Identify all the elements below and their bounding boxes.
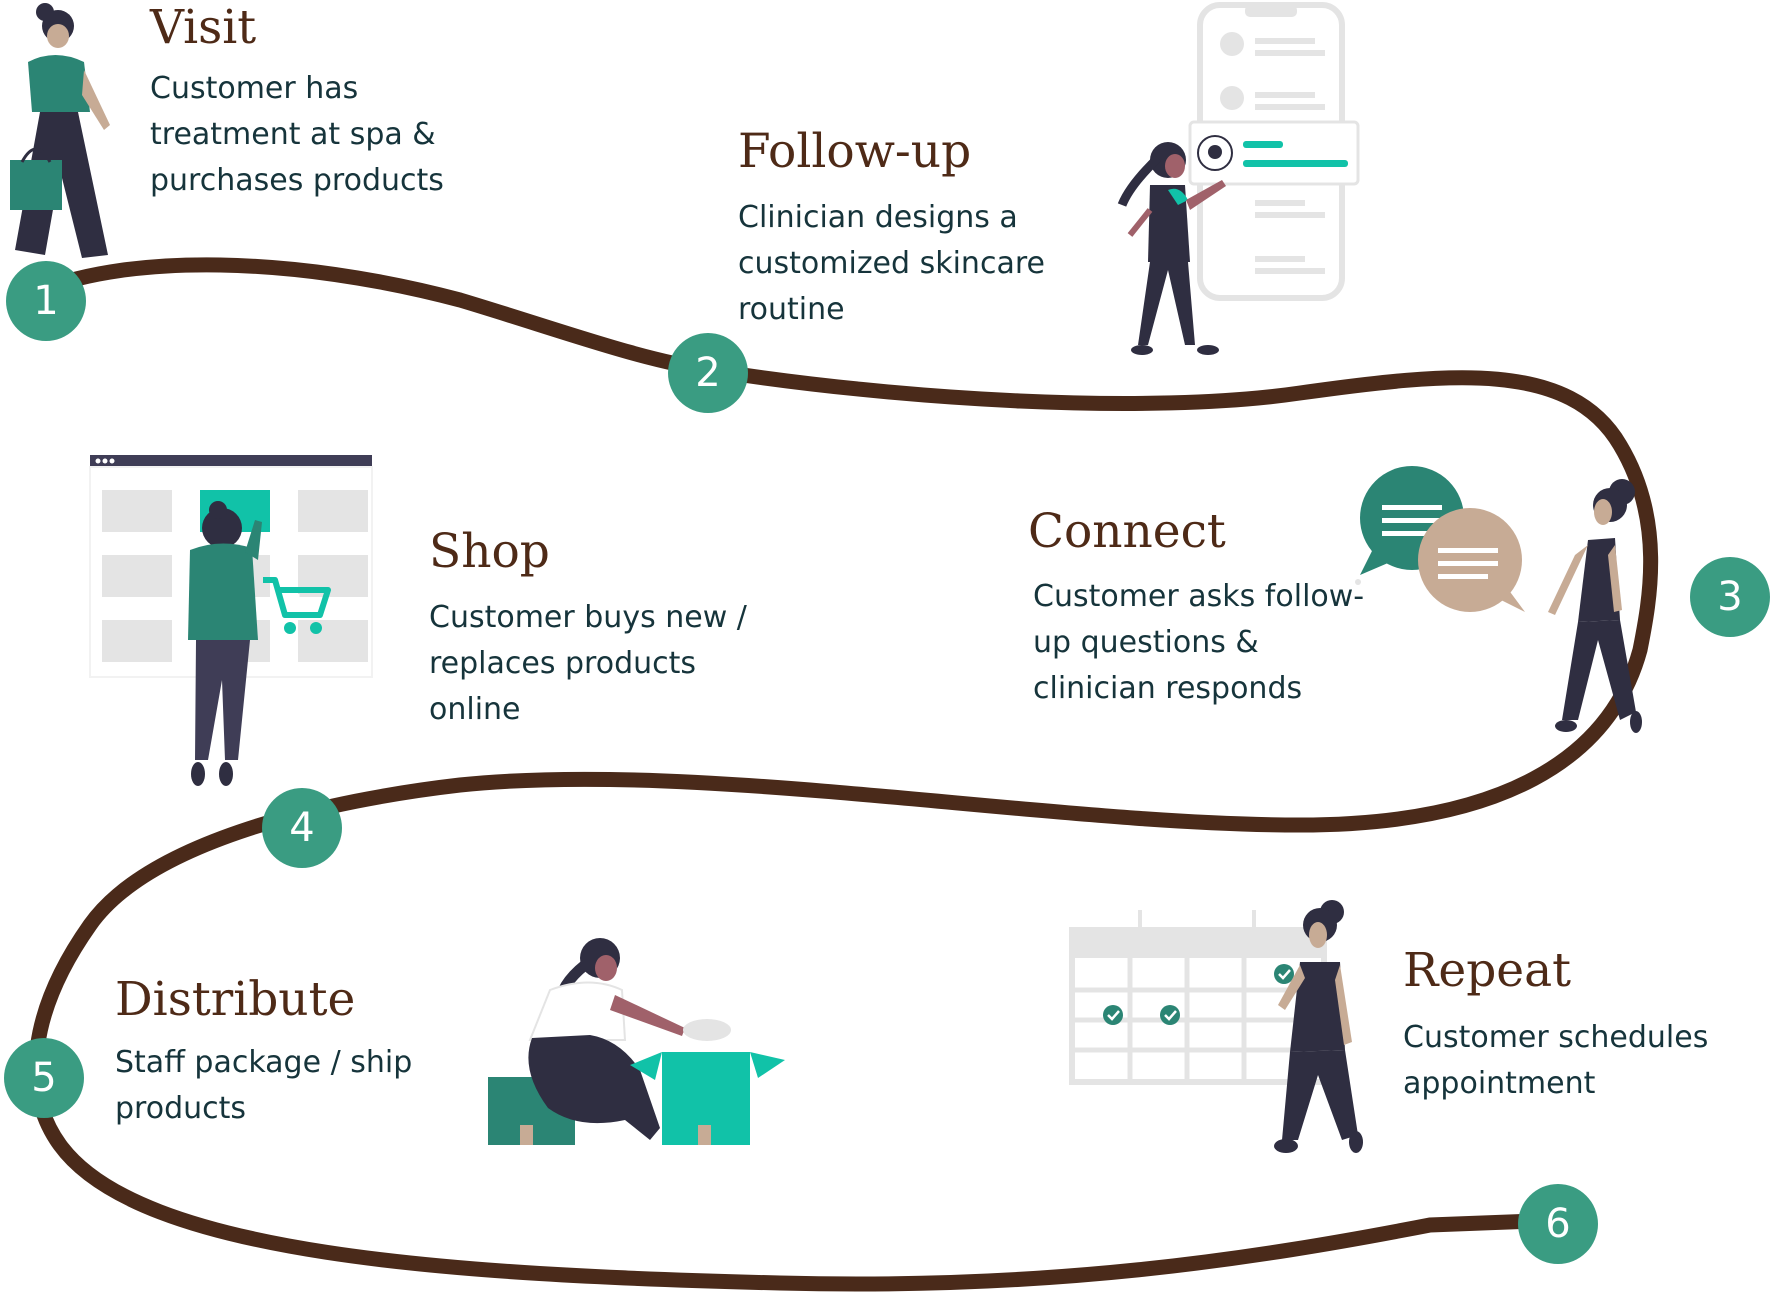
- step-number: 2: [695, 350, 720, 396]
- step-title-shop: Shop: [429, 524, 550, 579]
- step-title-connect: Connect: [1028, 504, 1226, 559]
- step-title-visit: Visit: [150, 0, 257, 55]
- step-number: 4: [289, 805, 314, 851]
- step-desc-visit: Customer has treatment at spa & purchase…: [150, 71, 444, 198]
- shopping-woman-icon: [10, 3, 110, 258]
- step-title-repeat: Repeat: [1403, 943, 1572, 998]
- step-desc-distribute: Staff package / ship products: [115, 1045, 413, 1126]
- step-desc-repeat: Customer schedules appointment: [1403, 1020, 1709, 1101]
- phone-profile-icon: [1117, 2, 1360, 355]
- packing-box-icon: [488, 938, 785, 1145]
- chat-bubbles-icon: [1355, 466, 1642, 733]
- step-badge-2: 2: [668, 333, 748, 413]
- customer-journey-diagram: 1 2 3 4 5 6 Visit Customer has treatment…: [0, 0, 1771, 1306]
- step-desc-follow-up: Clinician designs a customized skincare …: [738, 200, 1045, 327]
- step-title-follow-up: Follow-up: [738, 124, 972, 179]
- step-number: 1: [33, 278, 58, 324]
- step-number: 3: [1717, 574, 1742, 620]
- calendar-check-icon: [1069, 900, 1363, 1153]
- online-shop-icon: [89, 455, 373, 786]
- step-badge-4: 4: [262, 788, 342, 868]
- step-badge-6: 6: [1518, 1184, 1598, 1264]
- step-title-distribute: Distribute: [115, 972, 356, 1027]
- step-badge-3: 3: [1690, 557, 1770, 637]
- step-badge-1: 1: [6, 261, 86, 341]
- step-desc-shop: Customer buys new / replaces products on…: [429, 600, 747, 727]
- step-number: 6: [1545, 1201, 1570, 1247]
- step-number: 5: [31, 1055, 56, 1101]
- step-badge-5: 5: [4, 1038, 84, 1118]
- step-desc-connect: Customer asks follow- up questions & cli…: [1033, 579, 1365, 706]
